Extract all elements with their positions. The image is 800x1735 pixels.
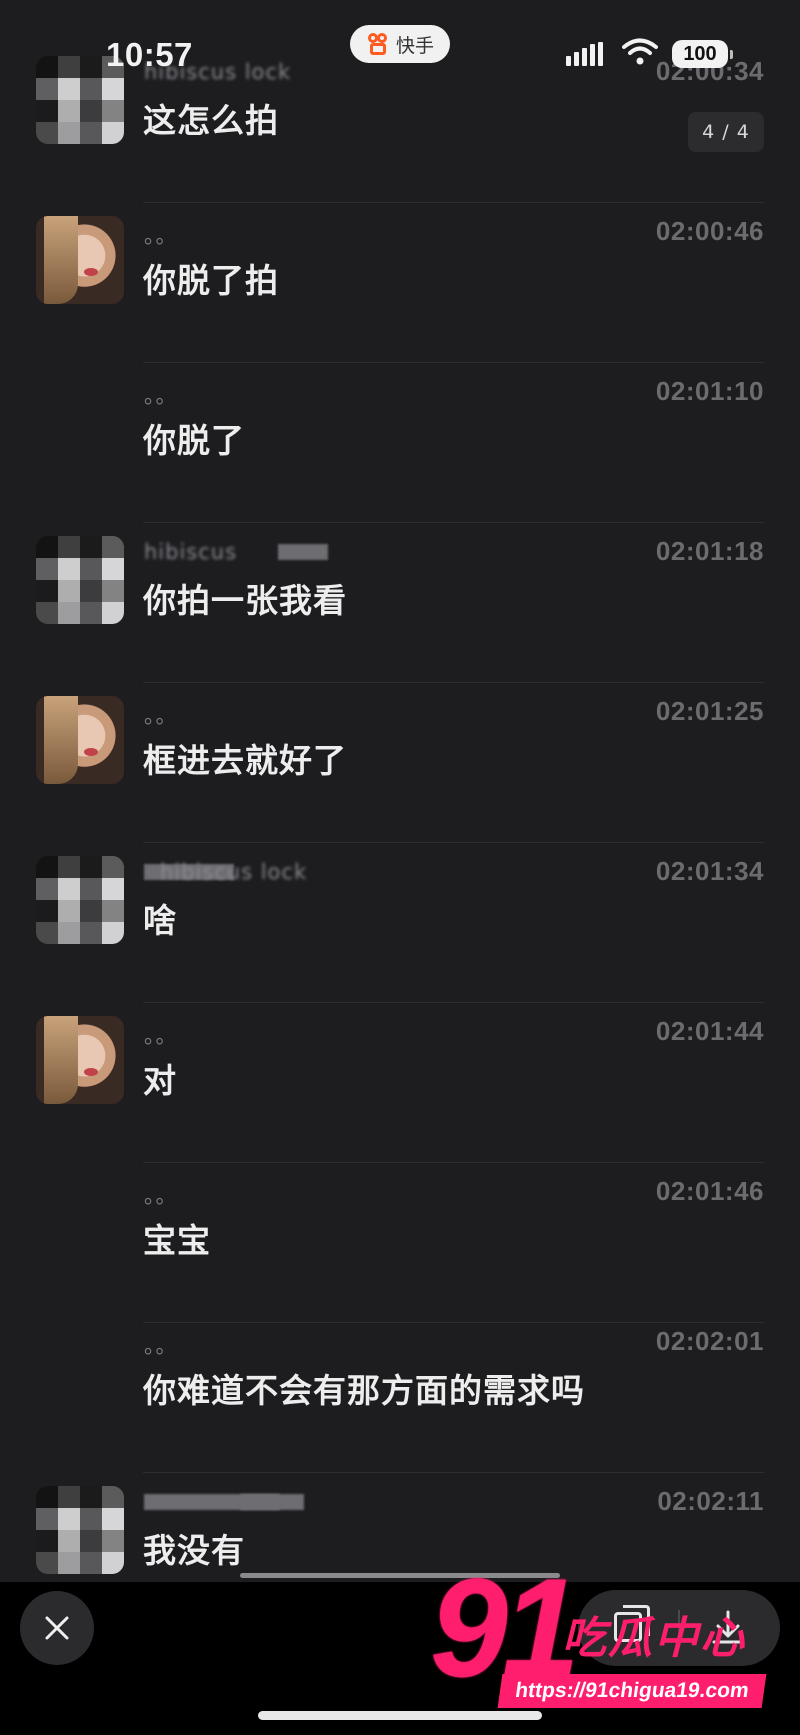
sender-name: 。。 [144,704,178,728]
sender-name: hibiscus lock [160,860,308,884]
avatar[interactable] [36,216,124,304]
message-time: 02:01:18 [655,536,764,566]
sender-name: 。。 [144,384,178,408]
sender-name: 。。 [144,224,178,248]
message-time: 02:00:46 [655,216,764,246]
sender-name: 。。 [144,1184,178,1208]
divider [143,1002,764,1003]
message-text: 你脱了 [143,421,245,460]
watermark-label: 吃瓜中心 [562,1613,746,1664]
message-text: 框进去就好了 [143,741,347,780]
divider [143,362,764,363]
redaction-block [240,1494,280,1510]
chat-message[interactable]: 。。 02:01:46 宝宝 [0,1170,800,1330]
chat-message[interactable]: 。。 02:02:01 你难道不会有那方面的需求吗 [0,1320,800,1480]
clock: 10:57 [106,36,193,73]
divider [143,1472,764,1473]
home-indicator[interactable] [258,1711,542,1720]
battery-level: 100 [683,42,717,65]
avatar[interactable] [36,1016,124,1104]
message-time: 02:01:46 [655,1176,764,1206]
avatar[interactable] [36,536,124,624]
avatar[interactable] [36,696,124,784]
message-time: 02:02:11 [657,1486,764,1516]
message-time: 02:01:25 [655,696,764,726]
wifi-icon [622,38,658,65]
redaction-block [278,544,328,560]
message-text: 我没有 [143,1531,245,1570]
chat-message[interactable]: 。。 02:01:25 框进去就好了 [0,690,800,850]
chat-message[interactable]: hibiscus 02:01:18 你拍一张我看 [0,530,800,690]
message-time: 02:02:01 [655,1326,764,1356]
app-name: 快手 [395,34,434,57]
message-time: 02:01:10 [655,376,764,406]
sender-name: 。。 [144,1024,178,1048]
message-text: 宝宝 [143,1221,211,1260]
message-text: 你难道不会有那方面的需求吗 [143,1371,585,1410]
chat-message[interactable]: 。。 02:01:44 对 [0,1010,800,1170]
close-button[interactable] [20,1591,94,1665]
avatar[interactable] [36,856,124,944]
chat-message[interactable]: 。。 02:00:46 你脱了拍 [0,210,800,370]
divider [143,842,764,843]
message-time: 02:01:44 [655,1016,764,1046]
message-text: 对 [143,1061,177,1100]
close-icon [45,1616,69,1640]
chat-message[interactable]: hibiscus lock 02:01:34 啥 [0,850,800,1010]
message-text: 啥 [143,901,177,940]
message-text: 你拍一张我看 [143,581,347,620]
chat-message[interactable]: 。。 02:01:10 你脱了 [0,370,800,530]
status-bar: 10:57 快手 100 [0,0,800,110]
sender-name: hibiscus [144,540,238,564]
watermark-url: https://91chigua19.com [497,1674,767,1708]
app-indicator-pill[interactable]: 快手 [350,25,450,63]
sender-name: 。。 [144,1334,178,1358]
divider [143,682,764,683]
divider [143,1162,764,1163]
divider [143,202,764,203]
redaction-block [144,1494,304,1510]
avatar[interactable] [36,1486,124,1574]
divider [143,522,764,523]
message-time: 02:01:34 [655,856,764,886]
battery-icon: 100 [672,40,733,68]
kuaishou-logo-icon [366,32,390,56]
message-text: 你脱了拍 [143,261,279,300]
cellular-signal-icon [566,42,603,66]
page-counter: 4 / 4 [688,112,764,152]
